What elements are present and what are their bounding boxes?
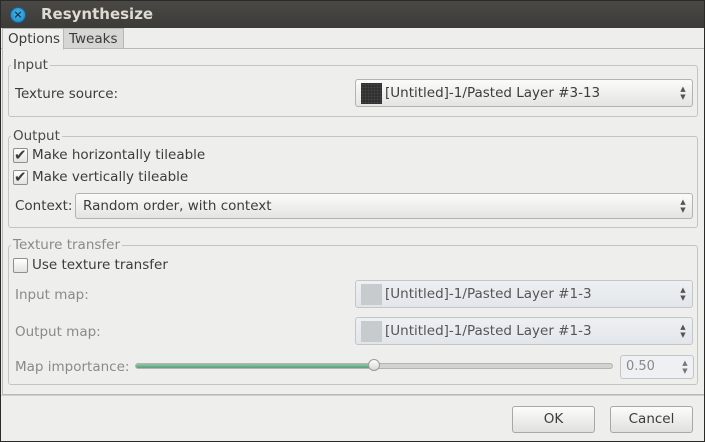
make-v-tileable-label: Make vertically tileable [32, 169, 189, 185]
spin-arrows-icon: ▲ ▼ [680, 323, 686, 339]
checkmark-icon: ✔ [14, 168, 27, 186]
input-map-label: Input map: [15, 287, 89, 303]
output-map-select[interactable]: [Untitled]-1/Pasted Layer #1-3 ▲ ▼ [355, 317, 693, 345]
tab-options[interactable]: Options [2, 28, 64, 50]
spin-arrows-icon[interactable]: ▲ ▼ [680, 359, 690, 375]
make-v-tileable-checkbox[interactable]: ✔ [13, 168, 28, 186]
use-transfer-label: Use texture transfer [32, 257, 168, 273]
close-icon[interactable]: × [10, 7, 26, 23]
slider-handle[interactable] [368, 359, 380, 371]
input-group-title: Input [11, 57, 50, 73]
map-importance-slider[interactable] [135, 359, 613, 371]
texture-transfer-group-title: Texture transfer [11, 237, 123, 253]
texture-source-select[interactable]: [Untitled]-1/Pasted Layer #3-13 ▲ ▼ [355, 79, 693, 107]
input-map-select[interactable]: [Untitled]-1/Pasted Layer #1-3 ▲ ▼ [355, 280, 693, 308]
dialog-window: × Resynthesize Options Tweaks Input Text… [0, 0, 705, 442]
layer-thumbnail [361, 284, 382, 305]
spin-arrows-icon: ▲ ▼ [680, 198, 686, 214]
context-select[interactable]: Random order, with context ▲ ▼ [75, 193, 693, 219]
layer-thumbnail [361, 83, 382, 104]
context-label: Context: [15, 198, 73, 214]
map-importance-value: 0.50 [626, 359, 655, 374]
footer-divider [1, 395, 704, 396]
cancel-button[interactable]: Cancel [610, 406, 693, 433]
map-importance-spinbox[interactable]: 0.50 ▲ ▼ [620, 355, 694, 379]
make-h-tileable-checkbox[interactable]: ✔ [13, 146, 28, 164]
window-title: Resynthesize [41, 5, 154, 23]
map-importance-label: Map importance: [15, 359, 130, 375]
layer-thumbnail [361, 321, 382, 342]
output-map-value: [Untitled]-1/Pasted Layer #1-3 [385, 323, 592, 339]
use-transfer-checkbox[interactable] [13, 258, 28, 273]
output-map-label: Output map: [15, 324, 101, 340]
spin-arrows-icon: ▲ ▼ [680, 286, 686, 302]
slider-fill [136, 364, 374, 368]
tab-bar: Options Tweaks [1, 28, 704, 50]
texture-source-value: [Untitled]-1/Pasted Layer #3-13 [385, 85, 601, 101]
output-group-title: Output [11, 128, 62, 144]
make-h-tileable-label: Make horizontally tileable [32, 147, 206, 163]
spin-arrows-icon: ▲ ▼ [680, 85, 686, 101]
input-map-value: [Untitled]-1/Pasted Layer #1-3 [385, 286, 592, 302]
ok-button[interactable]: OK [512, 406, 595, 433]
checkmark-icon: ✔ [14, 146, 27, 164]
tab-tweaks[interactable]: Tweaks [64, 28, 124, 49]
context-value: Random order, with context [83, 198, 272, 214]
texture-source-label: Texture source: [15, 86, 119, 102]
title-bar: × Resynthesize [1, 1, 704, 28]
